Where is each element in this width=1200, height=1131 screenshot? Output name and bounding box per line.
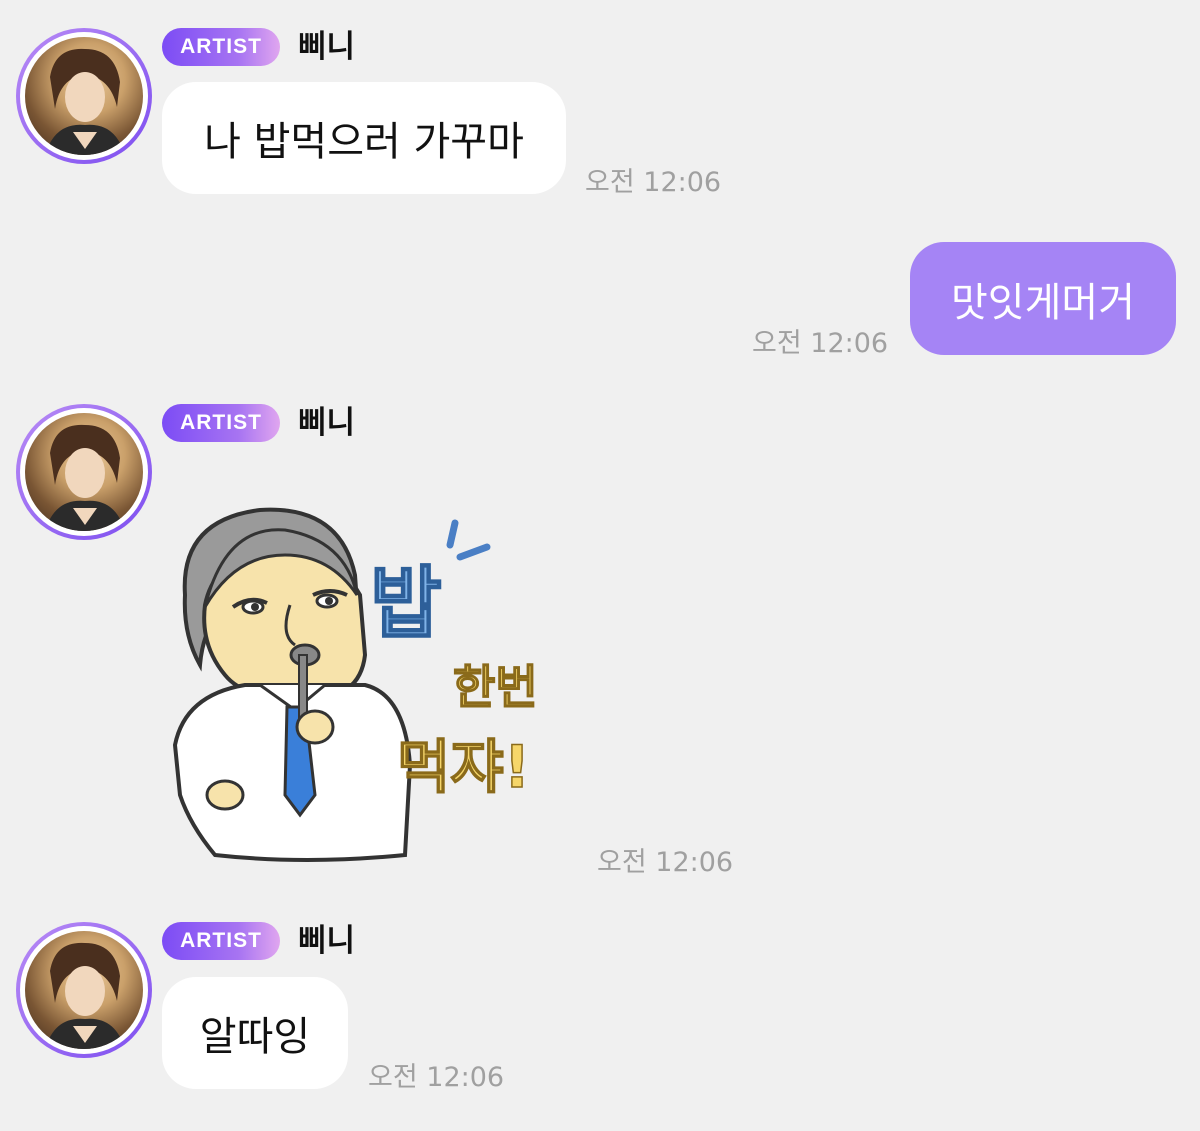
artist-badge: ARTIST xyxy=(162,922,280,960)
my-message-bubble[interactable]: 맛잇게머거 xyxy=(910,242,1176,355)
rice-meal-sticker[interactable]: 밥 한번 먹쟈! xyxy=(165,495,585,865)
message-time: 오전 12:06 xyxy=(368,1062,505,1093)
sticker-word-2: 한번 xyxy=(453,660,538,714)
sender-name: 삐니 xyxy=(298,923,356,959)
avatar-photo xyxy=(25,413,143,531)
artist-avatar[interactable] xyxy=(16,922,152,1058)
sticker-word-3: 먹쟈! xyxy=(397,733,530,801)
sticker-image: 밥 한번 먹쟈! xyxy=(172,507,538,862)
message-time: 오전 12:06 xyxy=(752,328,889,359)
message-bubble[interactable]: 나 밥먹으러 가꾸마 xyxy=(162,82,566,194)
artist-badge: ARTIST xyxy=(162,404,280,442)
person-icon xyxy=(45,424,125,531)
artist-avatar[interactable] xyxy=(16,404,152,540)
sender-name: 삐니 xyxy=(298,29,356,65)
artist-badge: ARTIST xyxy=(162,28,280,66)
message-bubble[interactable]: 알따잉 xyxy=(162,977,348,1089)
artist-avatar[interactable] xyxy=(16,28,152,164)
sticker-word-1: 밥 xyxy=(370,559,442,649)
message-time: 오전 12:06 xyxy=(597,847,734,878)
avatar-photo xyxy=(25,37,143,155)
person-icon xyxy=(45,942,125,1049)
message-time: 오전 12:06 xyxy=(585,167,722,198)
avatar-photo xyxy=(25,931,143,1049)
sender-name: 삐니 xyxy=(298,405,356,441)
person-icon xyxy=(45,48,125,155)
